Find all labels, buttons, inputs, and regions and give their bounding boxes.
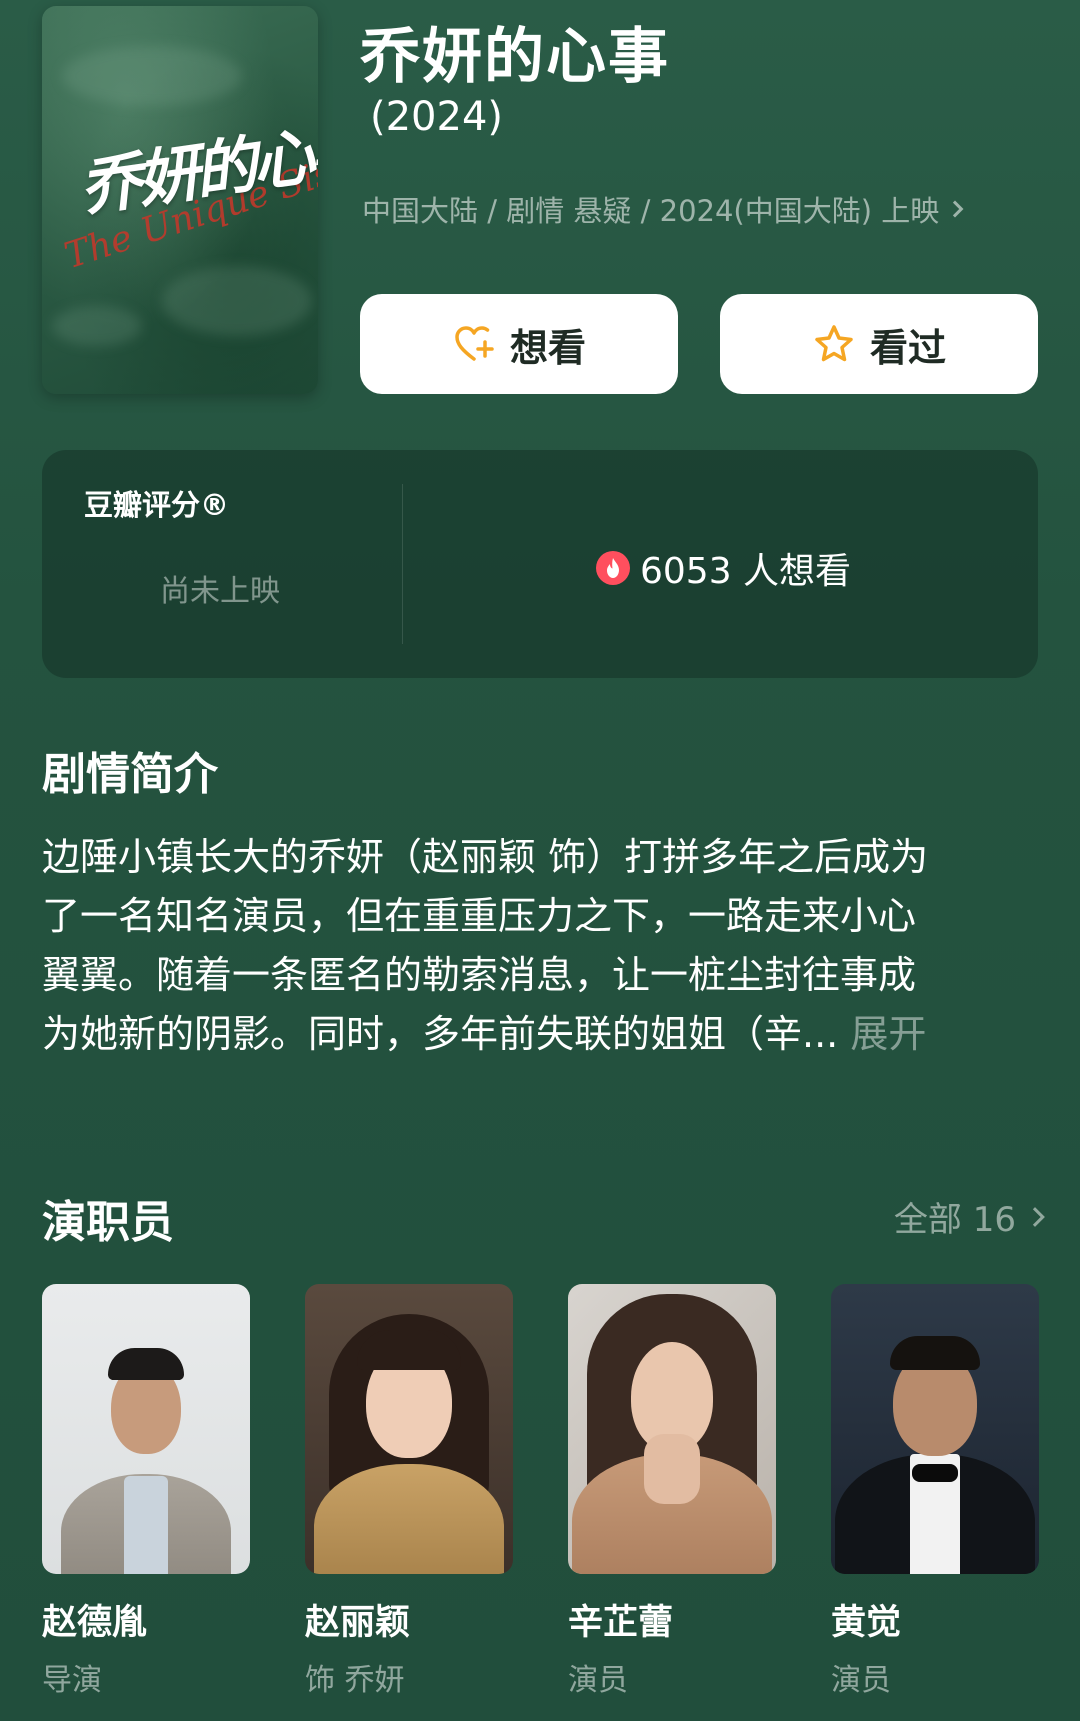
poster-image[interactable]: The Unique Sister 乔妍的心事 — [42, 6, 318, 394]
want-to-watch-button[interactable]: 想看 — [360, 294, 678, 394]
synopsis-last-line: 为她新的阴影。同时，多年前失联的姐姐（辛... 展开 — [42, 1005, 1042, 1064]
rating-label: 豆瓣评分® — [84, 488, 230, 522]
synopsis-text: 边陲小镇长大的乔妍（赵丽颖 饰）打拼多年之后成为 了一名知名演员，但在重重压力之… — [42, 828, 1042, 1064]
cast-name: 赵丽颖 — [305, 1603, 411, 1643]
rating-status: 尚未上映 — [160, 574, 280, 609]
cast-card[interactable]: 赵德胤 导演 — [42, 1284, 250, 1699]
watched-label: 看过 — [869, 325, 946, 370]
expand-link[interactable]: 展开 — [850, 1012, 926, 1056]
movie-meta-link[interactable]: 中国大陆 / 剧情 悬疑 / 2024(中国大陆) 上映 — [362, 188, 964, 230]
cast-card[interactable]: 赵丽颖 饰 乔妍 — [305, 1284, 513, 1699]
cast-name: 黄觉 — [831, 1603, 902, 1643]
want-to-watch-label: 想看 — [509, 325, 586, 370]
watched-button[interactable]: 看过 — [720, 294, 1038, 394]
wish-count[interactable]: 6053 人想看 — [596, 542, 851, 594]
cast-name: 辛芷蕾 — [568, 1603, 674, 1643]
cast-role: 导演 — [42, 1663, 102, 1698]
cast-all-link[interactable]: 全部 16 — [893, 1192, 1045, 1241]
cast-role: 饰 乔妍 — [305, 1663, 405, 1698]
cast-all-label: 全部 16 — [893, 1200, 1016, 1240]
synopsis-line: 为她新的阴影。同时，多年前失联的姐姐（辛... — [42, 1012, 839, 1056]
cast-photo — [42, 1284, 250, 1574]
cast-name: 赵德胤 — [42, 1603, 148, 1643]
movie-meta-text: 中国大陆 / 剧情 悬疑 / 2024(中国大陆) 上映 — [362, 194, 940, 228]
release-year: (2024) — [370, 94, 504, 140]
wish-count-text: 6053 人想看 — [640, 551, 852, 592]
star-outline-icon — [815, 325, 853, 362]
rating-divider — [402, 484, 403, 644]
cast-role: 演员 — [831, 1663, 891, 1698]
rating-card: 豆瓣评分® 尚未上映 6053 人想看 — [42, 450, 1038, 678]
cast-card[interactable]: 辛芷蕾 演员 — [568, 1284, 776, 1699]
chevron-right-icon — [1025, 1206, 1045, 1227]
cast-role: 演员 — [568, 1663, 628, 1698]
synopsis-line: 翼翼。随着一条匿名的勒索消息，让一桩尘封往事成 — [42, 953, 917, 997]
heart-plus-icon — [455, 326, 494, 361]
synopsis-line: 边陲小镇长大的乔妍（赵丽颖 饰）打拼多年之后成为 — [42, 835, 929, 879]
chevron-right-icon — [946, 200, 964, 218]
cast-photo — [568, 1284, 776, 1574]
cast-heading: 演职员 — [42, 1197, 174, 1248]
synopsis-line: 了一名知名演员，但在重重压力之下，一路走来小心 — [42, 894, 917, 938]
flame-icon — [596, 551, 630, 585]
cast-photo — [305, 1284, 513, 1574]
cast-card[interactable]: 黄觉 演员 — [831, 1284, 1039, 1699]
page-title: 乔妍的心事 — [360, 22, 670, 92]
synopsis-heading: 剧情简介 — [42, 749, 218, 800]
cast-photo — [831, 1284, 1039, 1574]
